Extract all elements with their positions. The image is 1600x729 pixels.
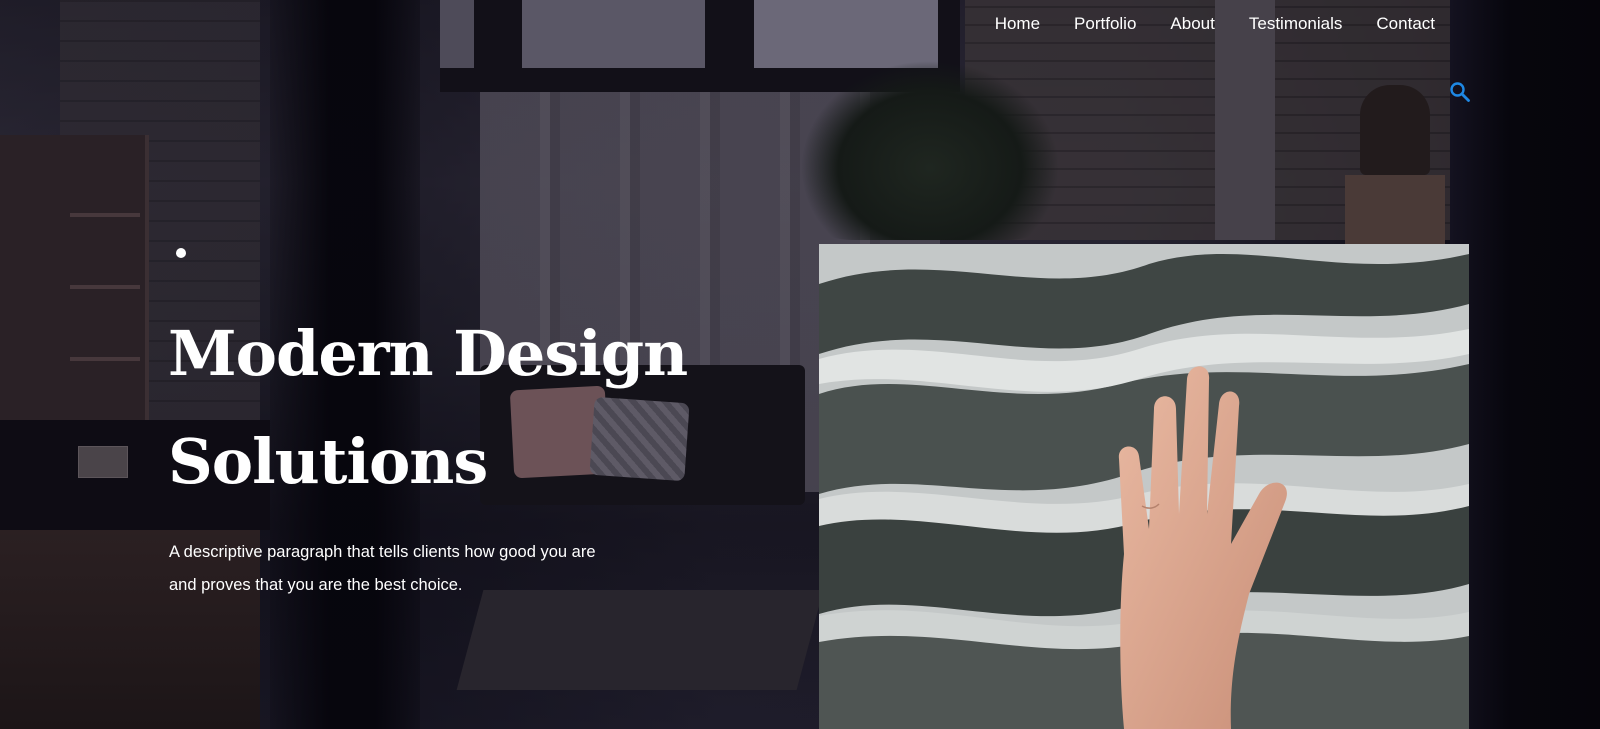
hero-title: Modern Design Solutions <box>168 300 768 516</box>
background-window-pane <box>440 0 474 68</box>
hero-title-line-2: Solutions <box>168 425 488 498</box>
background-plant <box>800 60 1060 240</box>
nav-about[interactable]: About <box>1153 12 1231 36</box>
background-statue <box>1360 85 1430 175</box>
background-outlet <box>78 446 128 478</box>
search-icon[interactable] <box>1448 80 1472 104</box>
accent-dot <box>176 248 186 258</box>
hero-description-line-1: A descriptive paragraph that tells clien… <box>169 543 596 561</box>
hero-section: Home Portfolio About Testimonials Contac… <box>0 0 1600 729</box>
background-pedestal <box>1345 175 1445 245</box>
background-shelf <box>0 135 149 435</box>
nav-portfolio[interactable]: Portfolio <box>1057 12 1153 36</box>
hero-description-line-2: and proves that you are the best choice. <box>169 576 463 594</box>
background-rug <box>456 590 824 690</box>
hero-title-line-1: Modern Design <box>168 317 688 390</box>
nav-contact[interactable]: Contact <box>1359 12 1452 36</box>
nav-home[interactable]: Home <box>978 12 1057 36</box>
nav-testimonials[interactable]: Testimonials <box>1232 12 1360 36</box>
hero-description: A descriptive paragraph that tells clien… <box>169 536 639 602</box>
hero-image <box>819 244 1469 729</box>
background-right-shadow <box>1450 0 1600 729</box>
background-pillar <box>1215 0 1275 240</box>
background-window-pane <box>754 0 938 68</box>
background-window-pane <box>522 0 705 68</box>
main-nav: Home Portfolio About Testimonials Contac… <box>978 12 1452 36</box>
